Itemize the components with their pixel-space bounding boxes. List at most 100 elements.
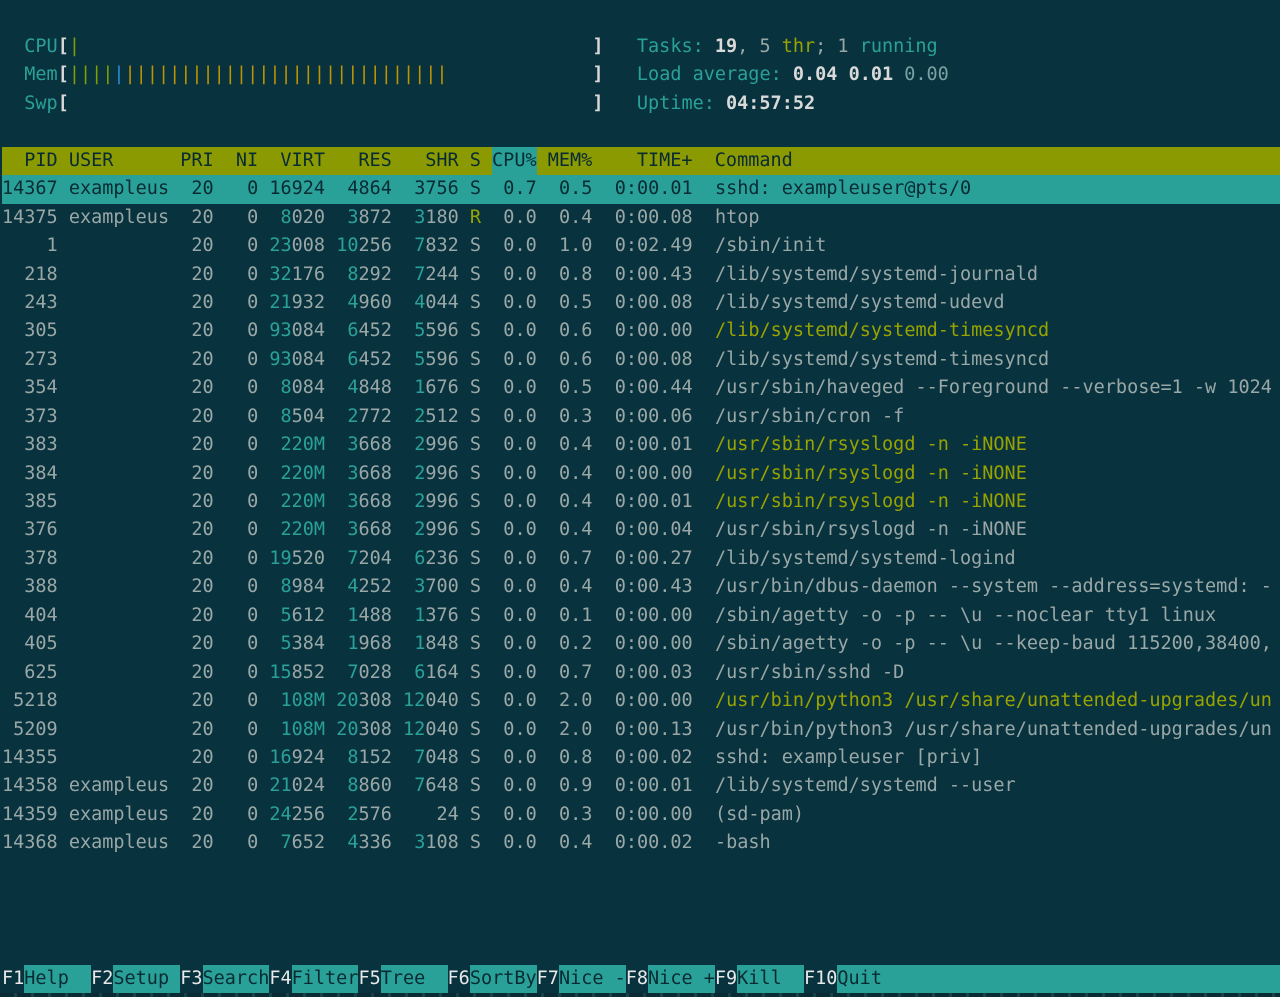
fkey-f7-label[interactable]: Nice - — [559, 965, 626, 993]
mem-meter-label: Mem — [24, 64, 57, 85]
column-header-state[interactable]: S — [470, 147, 481, 175]
column-header-cpu-sort-active[interactable]: CPU% — [492, 147, 537, 175]
process-row-pid-14368[interactable]: 14368 exampleus 20 0 7652 4336 3108 S 0.… — [2, 829, 1280, 857]
fkey-f5-label[interactable]: Tree — [381, 965, 448, 993]
spacer-line — [2, 118, 1280, 146]
time-cell: 0:00.27 — [604, 548, 693, 569]
priority-cell: 20 — [180, 178, 213, 199]
process-row-pid-1[interactable]: 1 20 0 23008 10256 7832 S 0.0 1.0 0:02.4… — [2, 232, 1280, 260]
state-cell: S — [470, 292, 481, 313]
fkey-f6[interactable]: F6 — [448, 965, 470, 993]
fkey-f5[interactable]: F5 — [358, 965, 380, 993]
nice-cell: 0 — [225, 832, 258, 853]
fkey-f2-label[interactable]: Setup — [113, 965, 180, 993]
process-row-pid-5218[interactable]: 5218 20 0 108M 20308 12040 S 0.0 2.0 0:0… — [2, 687, 1280, 715]
fkey-f8[interactable]: F8 — [626, 965, 648, 993]
threads-count: 5 — [759, 36, 770, 57]
fkey-f4[interactable]: F4 — [269, 965, 291, 993]
command-cell: -bash — [715, 832, 771, 853]
time-cell: 0:00.01 — [604, 491, 693, 512]
fkey-f1[interactable]: F1 — [2, 965, 24, 993]
column-header-user[interactable]: USER — [69, 147, 169, 175]
process-row-pid-404[interactable]: 404 20 0 5612 1488 1376 S 0.0 0.1 0:00.0… — [2, 602, 1280, 630]
process-row-pid-243[interactable]: 243 20 0 21932 4960 4044 S 0.0 0.5 0:00.… — [2, 289, 1280, 317]
nice-cell: 0 — [225, 491, 258, 512]
process-row-pid-405[interactable]: 405 20 0 5384 1968 1848 S 0.0 0.2 0:00.0… — [2, 630, 1280, 658]
process-row-pid-305[interactable]: 305 20 0 93084 6452 5596 S 0.0 0.6 0:00.… — [2, 317, 1280, 345]
state-cell: S — [470, 491, 481, 512]
process-row-pid-14359[interactable]: 14359 exampleus 20 0 24256 2576 24 S 0.0… — [2, 801, 1280, 829]
pid-cell: 273 — [2, 349, 58, 370]
fkey-f10[interactable]: F10 — [804, 965, 837, 993]
column-header-command[interactable]: Command — [715, 150, 793, 171]
process-row-pid-384[interactable]: 384 20 0 220M 3668 2996 S 0.0 0.4 0:00.0… — [2, 460, 1280, 488]
time-cell: 0:00.00 — [604, 690, 693, 711]
fkey-f3[interactable]: F3 — [180, 965, 202, 993]
priority-cell: 20 — [180, 519, 213, 540]
priority-cell: 20 — [180, 804, 213, 825]
process-row-pid-14355[interactable]: 14355 20 0 16924 8152 7048 S 0.0 0.8 0:0… — [2, 744, 1280, 772]
mem-percent-cell: 0.1 — [548, 605, 593, 626]
user-cell — [69, 377, 169, 398]
pid-cell: 14355 — [2, 747, 58, 768]
process-row-pid-14358[interactable]: 14358 exampleus 20 0 21024 8860 7648 S 0… — [2, 772, 1280, 800]
column-header-time[interactable]: TIME+ — [603, 147, 692, 175]
fkey-f10-label[interactable]: Quit — [837, 965, 882, 993]
process-row-pid-218[interactable]: 218 20 0 32176 8292 7244 S 0.0 0.8 0:00.… — [2, 261, 1280, 289]
load-5min: 0.01 — [849, 64, 894, 85]
process-row-pid-354[interactable]: 354 20 0 8084 4848 1676 S 0.0 0.5 0:00.4… — [2, 374, 1280, 402]
fkey-f1-label[interactable]: Help — [24, 965, 91, 993]
user-cell — [69, 406, 169, 427]
process-row-pid-376[interactable]: 376 20 0 220M 3668 2996 S 0.0 0.4 0:00.0… — [2, 516, 1280, 544]
swp-meter-bar — [69, 93, 592, 114]
process-row-pid-383[interactable]: 383 20 0 220M 3668 2996 S 0.0 0.4 0:00.0… — [2, 431, 1280, 459]
process-row-pid-388[interactable]: 388 20 0 8984 4252 3700 S 0.0 0.4 0:00.4… — [2, 573, 1280, 601]
column-header-pid[interactable]: PID — [2, 147, 58, 175]
user-cell — [69, 548, 169, 569]
priority-cell: 20 — [180, 747, 213, 768]
column-header-virt[interactable]: VIRT — [269, 147, 325, 175]
nice-cell: 0 — [225, 377, 258, 398]
virt-cell: 7652 — [269, 832, 325, 853]
column-header-res[interactable]: RES — [336, 147, 392, 175]
pid-cell: 354 — [2, 377, 58, 398]
process-row-pid-5209[interactable]: 5209 20 0 108M 20308 12040 S 0.0 2.0 0:0… — [2, 716, 1280, 744]
user-cell — [69, 463, 169, 484]
process-row-pid-385[interactable]: 385 20 0 220M 3668 2996 S 0.0 0.4 0:00.0… — [2, 488, 1280, 516]
column-header-mem[interactable]: MEM% — [548, 147, 593, 175]
user-cell — [69, 605, 169, 626]
time-cell: 0:00.08 — [604, 292, 693, 313]
command-cell: /lib/systemd/systemd-udevd — [715, 292, 1005, 313]
terminal-screen: CPU[| ] Tasks: 19, 5 thr; 1 running Mem[… — [0, 0, 1280, 858]
fkey-f4-label[interactable]: Filter — [292, 965, 359, 993]
nice-cell: 0 — [225, 434, 258, 455]
tasks-count: 19 — [715, 36, 737, 57]
process-row-pid-378[interactable]: 378 20 0 19520 7204 6236 S 0.0 0.7 0:00.… — [2, 545, 1280, 573]
fkey-f6-label[interactable]: SortBy — [470, 965, 537, 993]
process-row-pid-273[interactable]: 273 20 0 93084 6452 5596 S 0.0 0.6 0:00.… — [2, 346, 1280, 374]
fkey-f3-label[interactable]: Search — [203, 965, 270, 993]
state-cell: S — [470, 576, 481, 597]
virt-cell: 220M — [269, 491, 325, 512]
column-header-ni[interactable]: NI — [225, 147, 258, 175]
process-row-pid-373[interactable]: 373 20 0 8504 2772 2512 S 0.0 0.3 0:00.0… — [2, 403, 1280, 431]
pid-cell: 384 — [2, 463, 58, 484]
mem-percent-cell: 0.5 — [548, 377, 593, 398]
fkey-f2[interactable]: F2 — [91, 965, 113, 993]
column-header-pri[interactable]: PRI — [180, 147, 213, 175]
state-cell: S — [470, 548, 481, 569]
cpu-percent-cell: 0.0 — [492, 349, 537, 370]
pid-cell: 385 — [2, 491, 58, 512]
process-row-pid-625[interactable]: 625 20 0 15852 7028 6164 S 0.0 0.7 0:00.… — [2, 659, 1280, 687]
column-header-shr[interactable]: SHR — [403, 147, 459, 175]
fkey-f9-label[interactable]: Kill — [737, 965, 804, 993]
meter-bar-segment-green: | — [69, 36, 80, 57]
fkey-f9[interactable]: F9 — [715, 965, 737, 993]
time-cell: 0:00.00 — [604, 633, 693, 654]
fkey-f7[interactable]: F7 — [537, 965, 559, 993]
fkey-f8-label[interactable]: Nice + — [648, 965, 715, 993]
meter-bar-segment-yellow: ||||||||||||||||||||||||||||| — [125, 64, 448, 85]
process-row-pid-14375[interactable]: 14375 exampleus 20 0 8020 3872 3180 R 0.… — [2, 204, 1280, 232]
user-cell — [69, 519, 169, 540]
process-row-pid-14367[interactable]: 14367 exampleus 20 0 16924 4864 3756 S 0… — [2, 175, 1280, 203]
